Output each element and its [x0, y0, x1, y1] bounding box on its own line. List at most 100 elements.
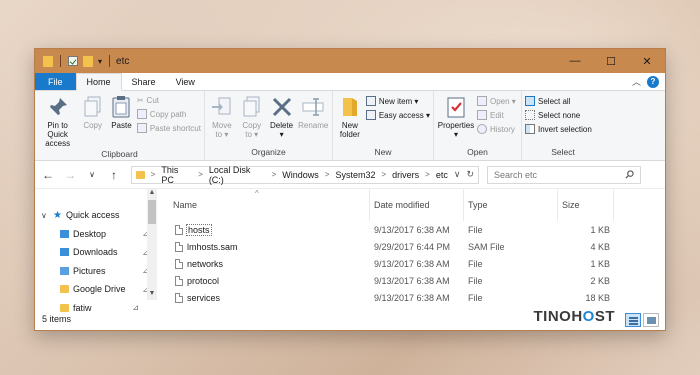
help-icon[interactable]: ? — [647, 75, 659, 88]
edit-button[interactable]: Edit — [477, 110, 516, 120]
breadcrumb-drivers[interactable]: drivers — [392, 170, 419, 180]
forward-button[interactable]: → — [63, 168, 77, 182]
search-placeholder: Search etc — [494, 169, 538, 180]
maximize-button[interactable]: ☐ — [593, 49, 629, 73]
scroll-thumb[interactable] — [148, 200, 156, 224]
select-none-button[interactable]: Select none — [525, 110, 592, 120]
nav-item-google-drive[interactable]: Google Drive ⊿ — [35, 280, 157, 299]
ribbon-tabs: File Home Share View ︿ ? — [35, 73, 665, 91]
rename-button[interactable]: Rename — [297, 95, 329, 146]
breadcrumb-this-pc[interactable]: This PC — [161, 165, 192, 185]
nav-item-downloads[interactable]: Downloads ⊿ — [35, 243, 157, 262]
file-row[interactable]: hosts 9/13/2017 6:38 AM File 1 KB — [169, 221, 665, 238]
cut-button[interactable]: ✂ Cut — [137, 96, 201, 105]
copy-path-button[interactable]: Copy path — [136, 109, 201, 119]
scroll-down-icon[interactable]: ▼ — [147, 290, 157, 300]
file-row[interactable]: services 9/13/2017 6:38 AM File 18 KB — [169, 289, 665, 306]
refresh-icon[interactable]: ↻ — [466, 169, 474, 180]
file-row[interactable]: networks 9/13/2017 6:38 AM File 1 KB — [169, 255, 665, 272]
tab-home[interactable]: Home — [75, 73, 122, 91]
copy-button[interactable]: Copy — [79, 95, 106, 148]
search-input[interactable]: Search etc — [487, 165, 641, 184]
new-item-label: New item ▾ — [378, 96, 419, 106]
file-icon — [175, 224, 183, 235]
paste-label: Paste — [111, 121, 132, 130]
move-to-button[interactable]: Move to ▾ — [208, 95, 236, 146]
open-button[interactable]: Open ▾ — [477, 96, 516, 106]
file-date: 9/13/2017 6:38 AM — [374, 292, 450, 303]
back-button[interactable]: ← — [41, 168, 55, 182]
invert-selection-button[interactable]: Invert selection — [525, 124, 592, 134]
breadcrumb-system32[interactable]: System32 — [335, 170, 375, 180]
delete-dropdown: ▾ — [279, 130, 284, 139]
separator — [60, 55, 61, 67]
breadcrumb-etc[interactable]: etc — [436, 170, 448, 180]
customize-quick-access-icon[interactable]: ▾ — [98, 57, 102, 66]
file-row[interactable]: lmhosts.sam 9/29/2017 6:44 PM SAM File 4… — [169, 238, 665, 255]
properties-quick-icon[interactable] — [68, 56, 78, 66]
tab-share[interactable]: Share — [122, 73, 166, 90]
address-dropdown-icon[interactable]: ∨ — [454, 169, 461, 180]
new-folder-quick-icon[interactable] — [83, 55, 93, 67]
pictures-icon — [60, 266, 69, 275]
new-item-button[interactable]: New item ▾ — [365, 96, 430, 106]
column-header-name[interactable]: Name — [169, 189, 370, 221]
new-folder-button[interactable]: New folder — [336, 95, 364, 146]
close-button[interactable]: ✕ — [629, 49, 665, 73]
collapse-ribbon-icon[interactable]: ︿ — [632, 75, 641, 88]
file-row[interactable]: protocol 9/13/2017 6:38 AM File 2 KB — [169, 272, 665, 289]
item-count: 5 items — [42, 314, 72, 324]
nav-scrollbar[interactable]: ▲ ▼ — [147, 189, 157, 300]
view-toggle — [625, 313, 659, 327]
recent-locations-button[interactable]: ∨ — [85, 170, 99, 179]
details-view-button[interactable] — [625, 313, 641, 327]
breadcrumb-separator: > — [425, 170, 430, 179]
history-button[interactable]: History — [477, 124, 516, 134]
column-header-date[interactable]: Date modified — [370, 189, 464, 221]
paste-shortcut-button[interactable]: Paste shortcut — [136, 123, 201, 133]
invert-selection-label: Invert selection — [538, 124, 592, 134]
nav-item-desktop[interactable]: Desktop ⊿ — [35, 225, 157, 244]
select-group-label: Select — [551, 147, 575, 157]
large-icons-view-button[interactable] — [643, 313, 659, 327]
delete-label: Delete — [270, 121, 294, 130]
scissors-icon: ✂ — [136, 96, 144, 105]
nav-item-pictures[interactable]: Pictures ⊿ — [35, 262, 157, 281]
address-bar[interactable]: > This PC > Local Disk (C:) > Windows > … — [131, 165, 479, 185]
copy-to-button[interactable]: Copy to ▾ — [238, 95, 266, 146]
delete-x-icon — [272, 97, 291, 117]
up-button[interactable]: ↑ — [107, 168, 121, 182]
paste-shortcut-icon — [136, 123, 147, 133]
pin-to-quick-access-button[interactable]: Pin to Quick access — [38, 95, 77, 148]
nav-quick-access[interactable]: ∨ ★ Quick access — [35, 206, 157, 225]
tab-view[interactable]: View — [166, 73, 205, 90]
select-all-icon — [525, 96, 535, 106]
open-label: Open ▾ — [490, 96, 516, 106]
delete-button[interactable]: Delete ▾ — [268, 95, 296, 146]
breadcrumb-separator: > — [271, 170, 277, 179]
properties-button[interactable]: Properties ▾ — [437, 95, 475, 146]
quick-access-toolbar: ▾ — [35, 49, 112, 73]
column-header-size[interactable]: Size — [558, 189, 614, 221]
file-name: hosts — [186, 223, 212, 236]
breadcrumb-windows[interactable]: Windows — [282, 170, 319, 180]
paste-button[interactable]: Paste — [108, 95, 135, 148]
content-area: ∨ ★ Quick access Desktop ⊿ Downloads ⊿ P… — [35, 189, 665, 313]
easy-access-button[interactable]: Easy access ▾ — [365, 110, 430, 120]
pin-label-2: access — [45, 139, 71, 148]
clipboard-group-label: Clipboard — [101, 149, 138, 159]
tab-file[interactable]: File — [35, 73, 76, 90]
select-all-button[interactable]: Select all — [525, 96, 592, 106]
watermark-logo: TINOHOST — [533, 308, 615, 325]
desktop-icon — [60, 229, 69, 238]
folder-icon — [60, 285, 69, 294]
rename-label: Rename — [298, 121, 329, 130]
scroll-up-icon[interactable]: ▲ — [147, 189, 157, 199]
breadcrumb-local-disk[interactable]: Local Disk (C:) — [209, 165, 266, 185]
sort-arrow-icon: ^ — [255, 189, 259, 198]
title-bar[interactable]: ▾ etc — ☐ ✕ — [35, 49, 665, 73]
column-header-type[interactable]: Type — [464, 189, 558, 221]
breadcrumb-separator: > — [324, 170, 330, 179]
file-icon — [175, 292, 183, 303]
minimize-button[interactable]: — — [557, 49, 593, 73]
